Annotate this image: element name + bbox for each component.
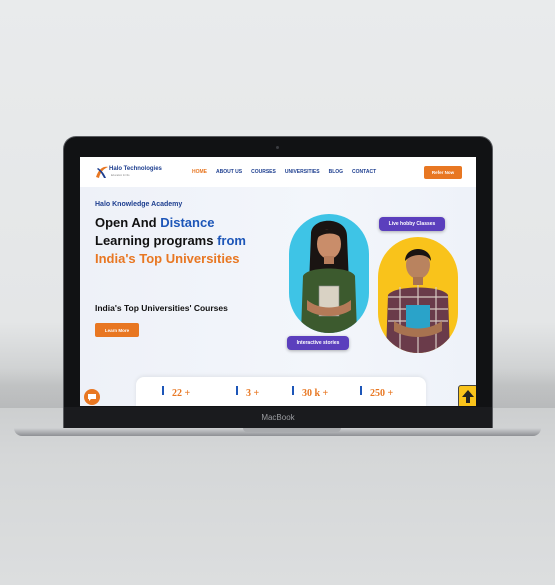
- student-boy-image: [386, 249, 450, 353]
- learn-more-button[interactable]: Learn More: [95, 323, 139, 337]
- back-to-top-button[interactable]: [458, 385, 476, 406]
- site-logo[interactable]: Halo Technologies Education for life: [94, 164, 162, 180]
- hero-headline: Open And Distance Learning programs from…: [95, 214, 295, 268]
- stat-value: 3 +: [246, 388, 260, 399]
- laptop-base: [14, 428, 541, 436]
- academy-name: Halo Knowledge Academy: [95, 201, 183, 208]
- headline-part1: Open And: [95, 215, 161, 230]
- website-screen: Halo Technologies Education for life HOM…: [80, 157, 476, 406]
- chat-icon: [88, 394, 96, 401]
- headline-part2: Distance: [160, 215, 215, 230]
- refer-now-button[interactable]: Refer Now: [424, 166, 462, 179]
- chat-button[interactable]: [84, 389, 100, 405]
- interactive-stories-badge: Interactive stories: [287, 336, 349, 350]
- nav-item-home[interactable]: HOME: [192, 169, 207, 175]
- stat-divider: [292, 386, 294, 395]
- student-photo-girl: [289, 214, 369, 333]
- camera-icon: [276, 146, 279, 149]
- logo-tagline: Education for life: [111, 174, 130, 177]
- stats-panel: 22 + 3 + 30 k + 250 +: [136, 377, 426, 406]
- headline-part4: from: [217, 233, 246, 248]
- stat-value: 30 k +: [302, 388, 329, 399]
- arrow-up-icon: [462, 390, 474, 403]
- nav-menu: HOME ABOUT US COURSES UNIVERSITIES BLOG …: [192, 169, 385, 175]
- nav-item-courses[interactable]: COURSES: [251, 169, 276, 175]
- nav-item-universities[interactable]: UNIVERSITIES: [285, 169, 320, 175]
- headline-part5: India's Top Universities: [95, 251, 240, 266]
- logo-icon: [96, 166, 108, 178]
- nav-item-contact[interactable]: CONTACT: [352, 169, 376, 175]
- stat-divider: [360, 386, 362, 395]
- logo-text: Halo Technologies: [109, 166, 162, 172]
- laptop-model-label: MacBook: [261, 413, 295, 422]
- nav-item-blog[interactable]: BLOG: [329, 169, 343, 175]
- stat-value: 22 +: [172, 388, 191, 399]
- student-girl-image: [301, 220, 357, 333]
- stat-divider: [162, 386, 164, 395]
- stat-value: 250 +: [370, 388, 394, 399]
- headline-part3: Learning programs: [95, 233, 218, 248]
- top-navbar: Halo Technologies Education for life HOM…: [80, 157, 476, 187]
- nav-item-about-us[interactable]: ABOUT US: [216, 169, 242, 175]
- laptop-notch: [243, 428, 341, 432]
- hero-subheading: India's Top Universities' Courses: [95, 303, 228, 313]
- live-hobby-classes-badge: Live hobby Classes: [379, 217, 445, 231]
- student-photo-boy: [378, 237, 458, 353]
- stat-divider: [236, 386, 238, 395]
